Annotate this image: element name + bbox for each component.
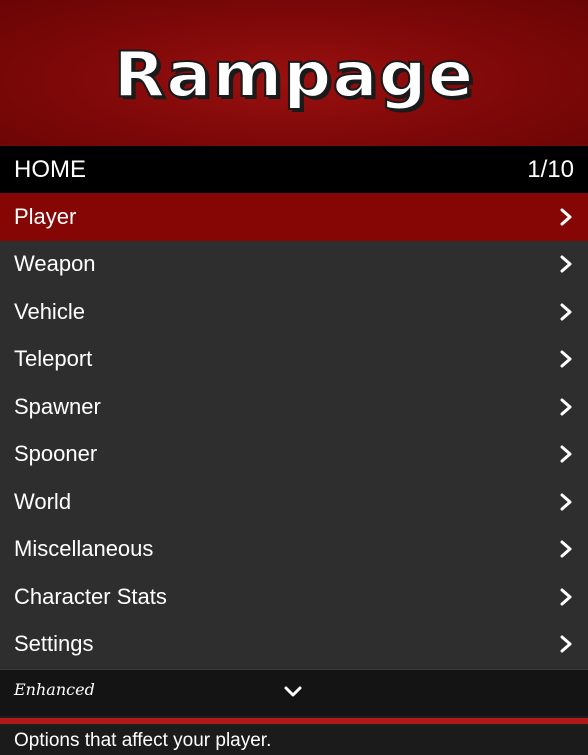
chevron-right-icon bbox=[560, 350, 572, 368]
menu-item-label: Settings bbox=[14, 631, 94, 657]
edition-label: Enhanced bbox=[14, 680, 95, 699]
menu-item-settings[interactable]: Settings bbox=[0, 620, 588, 668]
option-description: Options that affect your player. bbox=[0, 726, 588, 755]
chevron-down-icon[interactable] bbox=[284, 686, 302, 698]
chevron-right-icon bbox=[560, 493, 572, 511]
menu-item-weapon[interactable]: Weapon bbox=[0, 240, 588, 288]
menu-item-label: Player bbox=[14, 203, 77, 229]
menu-item-teleport[interactable]: Teleport bbox=[0, 335, 588, 383]
section-title: HOME bbox=[14, 155, 86, 183]
menu-item-label: Weapon bbox=[14, 251, 96, 277]
menu-item-miscellaneous[interactable]: Miscellaneous bbox=[0, 525, 588, 573]
chevron-right-icon bbox=[560, 208, 572, 226]
item-counter: 1/10 bbox=[527, 155, 574, 183]
menu-item-spooner[interactable]: Spooner bbox=[0, 430, 588, 478]
menu-footer: Enhanced bbox=[0, 669, 588, 716]
chevron-right-icon bbox=[560, 398, 572, 416]
menu-subheader: HOME 1/10 bbox=[0, 146, 588, 193]
chevron-right-icon bbox=[560, 303, 572, 321]
menu-item-label: Teleport bbox=[14, 346, 93, 372]
separator-accent bbox=[0, 718, 588, 724]
menu-logo: Rampage bbox=[113, 38, 475, 111]
chevron-right-icon bbox=[560, 540, 572, 558]
menu-item-vehicle[interactable]: Vehicle bbox=[0, 288, 588, 336]
chevron-right-icon bbox=[560, 255, 572, 273]
menu-item-label: Character Stats bbox=[14, 583, 167, 609]
menu-items: Player Weapon Vehicle Teleport Spawner S… bbox=[0, 193, 588, 668]
menu-item-label: World bbox=[14, 488, 72, 514]
chevron-right-icon bbox=[560, 588, 572, 606]
menu-item-label: Miscellaneous bbox=[14, 536, 154, 562]
menu-item-player[interactable]: Player bbox=[0, 193, 588, 241]
menu-item-label: Spawner bbox=[14, 393, 101, 419]
menu-panel: Rampage HOME 1/10 Player Weapon Vehicle … bbox=[0, 0, 588, 755]
menu-item-label: Spooner bbox=[14, 441, 98, 467]
chevron-right-icon bbox=[560, 635, 572, 653]
menu-banner: Rampage bbox=[0, 0, 588, 146]
menu-item-spawner[interactable]: Spawner bbox=[0, 383, 588, 431]
chevron-right-icon bbox=[560, 445, 572, 463]
menu-item-label: Vehicle bbox=[14, 298, 85, 324]
menu-item-character-stats[interactable]: Character Stats bbox=[0, 573, 588, 621]
menu-item-world[interactable]: World bbox=[0, 478, 588, 526]
